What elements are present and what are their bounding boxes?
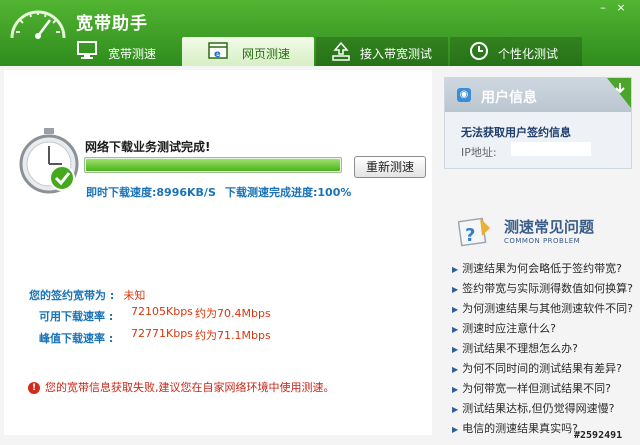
speed-gauge-icon	[10, 10, 66, 39]
faq-link[interactable]: ▶ 测速时应注意什么?	[452, 320, 556, 336]
user-info-icon: ◉	[457, 88, 471, 102]
peak-label: 峰值下载速率 :	[39, 332, 114, 345]
browser-icon: e	[208, 42, 228, 60]
tab-web-speed[interactable]: e 网页测速	[182, 37, 314, 66]
error-text: 您的宽带信息获取失败,建议您在自家网络环境中使用测速。	[45, 381, 335, 394]
svg-text:?: ?	[465, 225, 475, 246]
available-mbps: 约为70.4Mbps	[195, 307, 271, 320]
instant-speed-value: 8996KB/S	[156, 186, 216, 199]
tab-label: 个性化测试	[498, 47, 559, 61]
close-icon[interactable]: ×	[614, 2, 628, 14]
test-status: 网络下载业务测试完成!	[85, 140, 211, 154]
progress-value: 100%	[317, 186, 352, 199]
stopwatch-icon	[19, 128, 79, 194]
available-rate-row: 可用下载速率 : 72105Kbps 约为70.4Mbps	[39, 305, 271, 324]
error-icon: !	[28, 382, 40, 394]
faq-subtitle: COMMON PROBLEM	[504, 237, 581, 245]
arrow-icon: ▶	[452, 405, 459, 414]
faq-link[interactable]: ▶ 测速结果为何会略低于签约带宽?	[452, 260, 622, 276]
arrow-icon: ▶	[452, 365, 459, 374]
faq-link[interactable]: ▶ 测试结果不理想怎么办?	[452, 340, 578, 356]
faq-link[interactable]: ▶ 为何带宽一样但测试结果不同?	[452, 380, 611, 396]
peak-rate-row: 峰值下载速率 : 72771Kbps 约为71.1Mbps	[39, 327, 271, 346]
arrow-icon: ▶	[452, 425, 459, 434]
faq-link[interactable]: ▶ 为何不同时间的测试结果有差异?	[452, 360, 622, 376]
tab-label: 接入带宽测试	[360, 47, 433, 61]
faq-title: 测速常见问题	[504, 218, 595, 236]
arrow-icon: ▶	[452, 285, 459, 294]
arrow-icon: ▶	[452, 385, 459, 394]
minimize-icon[interactable]: –	[596, 2, 610, 14]
ip-value	[511, 142, 591, 156]
available-label: 可用下载速率 :	[39, 310, 114, 323]
user-info-header: ◉ 用户信息	[445, 78, 631, 112]
tab-bar: 宽带测速 e 网页测速 接入带宽测试 个性化测试	[48, 37, 640, 66]
ip-label: IP地址:	[461, 146, 497, 159]
upload-icon	[332, 41, 350, 61]
download-progress-bar	[84, 157, 342, 173]
download-corner-icon[interactable]	[607, 78, 631, 112]
faq-link[interactable]: ▶ 签约带宽与实际测得数值如何换算?	[452, 280, 633, 296]
svg-text:e: e	[214, 49, 221, 60]
arrow-icon: ▶	[452, 265, 459, 274]
peak-mbps: 约为71.1Mbps	[195, 329, 271, 342]
clock-icon	[470, 42, 488, 60]
tab-label: 宽带测速	[108, 47, 157, 61]
retest-button[interactable]: 重新测速	[354, 156, 426, 178]
download-progress: 下载测速完成进度:100%	[225, 184, 351, 200]
instant-speed-label: 即时下载速度:	[86, 186, 157, 199]
arrow-icon: ▶	[452, 325, 459, 334]
user-info-message: 无法获取用户签约信息	[461, 126, 571, 139]
faq-link[interactable]: ▶ 测试结果达标,但仍觉得网速慢?	[452, 400, 615, 416]
progress-label: 下载测速完成进度:	[225, 186, 318, 199]
faq-question-icon: ?	[458, 217, 490, 247]
monitor-icon	[77, 41, 97, 59]
contract-label: 您的签约宽带为 :	[29, 289, 115, 302]
contract-row: 您的签约宽带为 : 未知	[29, 284, 145, 303]
app-header: 宽带助手 – × 宽带测速 e 网页测速 接入带宽测试 个性化测试	[0, 0, 640, 66]
arrow-icon: ▶	[452, 345, 459, 354]
faq-link[interactable]: ▶ 为何测速结果与其他测速软件不同?	[452, 300, 633, 316]
tab-personalized[interactable]: 个性化测试	[450, 37, 582, 66]
tab-broadband-speed[interactable]: 宽带测速	[48, 37, 180, 66]
user-info-card: ◉ 用户信息 无法获取用户签约信息 IP地址:	[444, 77, 632, 169]
user-info-title: 用户信息	[481, 90, 537, 106]
tab-label: 网页测速	[242, 47, 291, 61]
progress-fill	[86, 159, 340, 171]
watermark: #2592491	[574, 430, 623, 441]
instant-speed: 即时下载速度:8996KB/S	[86, 184, 216, 200]
error-message: ! 您的宽带信息获取失败,建议您在自家网络环境中使用测速。	[28, 379, 335, 395]
arrow-icon: ▶	[452, 305, 459, 314]
contract-value: 未知	[123, 289, 146, 302]
faq-link[interactable]: ▶ 电信的测速结果真实吗?	[452, 420, 578, 436]
tab-access-bandwidth[interactable]: 接入带宽测试	[316, 37, 448, 66]
app-title: 宽带助手	[76, 14, 148, 34]
faq-panel: ? 测速常见问题 COMMON PROBLEM ▶ 测速结果为何会略低于签约带宽?…	[444, 206, 640, 436]
peak-kbps: 72771Kbps	[131, 327, 193, 340]
available-kbps: 72105Kbps	[131, 305, 193, 318]
